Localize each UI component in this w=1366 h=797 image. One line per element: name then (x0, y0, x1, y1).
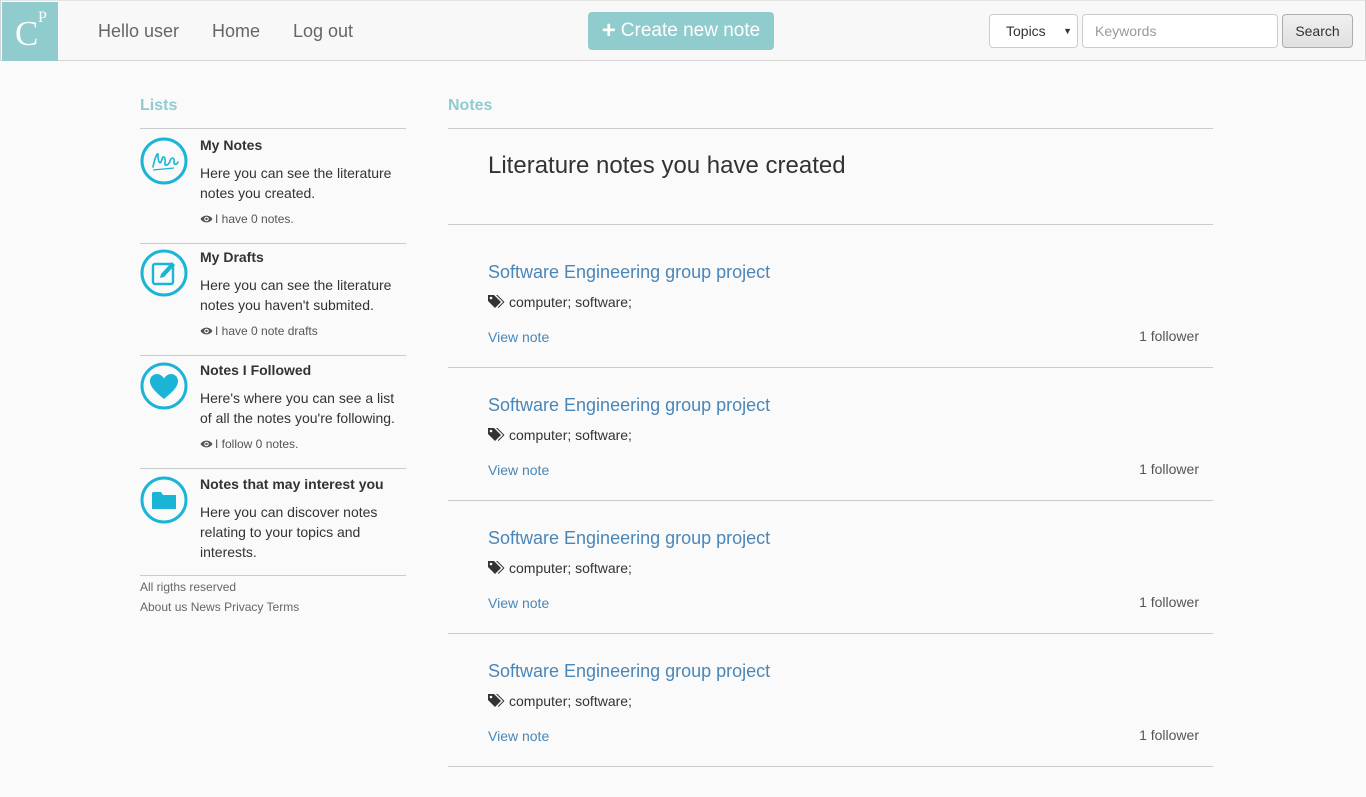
footer-links: About us News Privacy Terms (140, 600, 299, 614)
note-card: Software Engineering group project compu… (448, 500, 1213, 633)
note-card: Software Engineering group project compu… (448, 633, 1213, 766)
caret-down-icon: ▼ (1063, 26, 1072, 36)
divider (448, 766, 1213, 767)
tags-icon (488, 694, 505, 707)
note-tags-text: computer; software; (509, 294, 632, 310)
eye-icon (200, 215, 213, 223)
note-card: Software Engineering group project compu… (448, 367, 1213, 500)
plus-icon: + (601, 17, 616, 44)
eye-icon (200, 440, 213, 448)
note-tags-text: computer; software; (509, 560, 632, 576)
footer-rights: All rigths reserved (140, 580, 237, 594)
keywords-input[interactable] (1082, 14, 1278, 48)
view-note-link[interactable]: View note (488, 462, 549, 478)
note-followers: 1 follower (1139, 594, 1199, 610)
folder-icon (140, 476, 188, 524)
search-button[interactable]: Search (1282, 14, 1353, 48)
list-item-stat-text: I have 0 notes. (215, 212, 294, 226)
note-title-link[interactable]: Software Engineering group project (488, 528, 770, 549)
page-title: Literature notes you have created (488, 152, 846, 179)
logo[interactable]: C P (2, 2, 58, 61)
list-item-desc: Here's where you can see a list of all t… (200, 390, 395, 426)
view-note-link[interactable]: View note (488, 595, 549, 611)
list-item-desc: Here you can see the literature notes yo… (200, 277, 392, 313)
list-item-title: Notes I Followed (200, 362, 312, 378)
nav-hello-user[interactable]: Hello user (98, 20, 179, 42)
note-tags: computer; software; (488, 294, 632, 310)
lists-heading: Lists (140, 97, 178, 114)
topics-select[interactable]: Topics ▼ (989, 14, 1078, 48)
note-title-link[interactable]: Software Engineering group project (488, 661, 770, 682)
list-item-stat-text: I have 0 note drafts (215, 324, 318, 338)
note-title-link[interactable]: Software Engineering group project (488, 262, 770, 283)
divider (140, 575, 406, 576)
footer-link-terms[interactable]: Terms (267, 600, 300, 614)
note-tags-text: computer; software; (509, 427, 632, 443)
create-note-button[interactable]: + Create new note (588, 12, 774, 50)
note-tags-text: computer; software; (509, 693, 632, 709)
list-item-stat: I have 0 note drafts (200, 324, 318, 338)
tags-icon (488, 295, 505, 308)
list-item-title: My Drafts (200, 249, 264, 265)
list-item-desc: Here you can see the literature notes yo… (200, 165, 392, 201)
note-card: Software Engineering group project compu… (448, 234, 1213, 367)
divider (140, 468, 406, 469)
note-tags: computer; software; (488, 427, 632, 443)
note-followers: 1 follower (1139, 461, 1199, 477)
list-item-title: Notes that may interest you (200, 476, 384, 492)
footer-link-about[interactable]: About us (140, 600, 187, 614)
topics-select-label: Topics (1006, 23, 1046, 39)
divider (448, 224, 1213, 225)
divider (448, 128, 1213, 129)
note-tags: computer; software; (488, 560, 632, 576)
note-followers: 1 follower (1139, 727, 1199, 743)
top-navbar: C P Hello user Home Log out + Create new … (0, 0, 1366, 61)
list-item-desc: Here you can discover notes relating to … (200, 504, 378, 560)
nav-logout[interactable]: Log out (293, 20, 353, 42)
logo-letter-c: C (15, 14, 39, 53)
divider (140, 243, 406, 244)
notes-heading: Notes (448, 97, 493, 114)
list-item-stat: I have 0 notes. (200, 212, 294, 226)
list-item-stat: I follow 0 notes. (200, 437, 298, 451)
note-followers: 1 follower (1139, 328, 1199, 344)
view-note-link[interactable]: View note (488, 728, 549, 744)
tags-icon (488, 561, 505, 574)
note-tags: computer; software; (488, 693, 632, 709)
heart-icon (140, 362, 188, 410)
divider (140, 128, 406, 129)
list-item-stat-text: I follow 0 notes. (215, 437, 299, 451)
footer-link-privacy[interactable]: Privacy (224, 600, 263, 614)
list-item-title: My Notes (200, 137, 263, 153)
footer-link-news[interactable]: News (191, 600, 221, 614)
note-title-link[interactable]: Software Engineering group project (488, 395, 770, 416)
note-signature-icon (140, 137, 188, 185)
divider (140, 355, 406, 356)
edit-pencil-icon (140, 249, 188, 297)
view-note-link[interactable]: View note (488, 329, 549, 345)
tags-icon (488, 428, 505, 441)
logo-letter-p: P (38, 9, 47, 26)
nav-home[interactable]: Home (212, 20, 260, 42)
create-note-label: Create new note (620, 20, 761, 41)
eye-icon (200, 327, 213, 335)
